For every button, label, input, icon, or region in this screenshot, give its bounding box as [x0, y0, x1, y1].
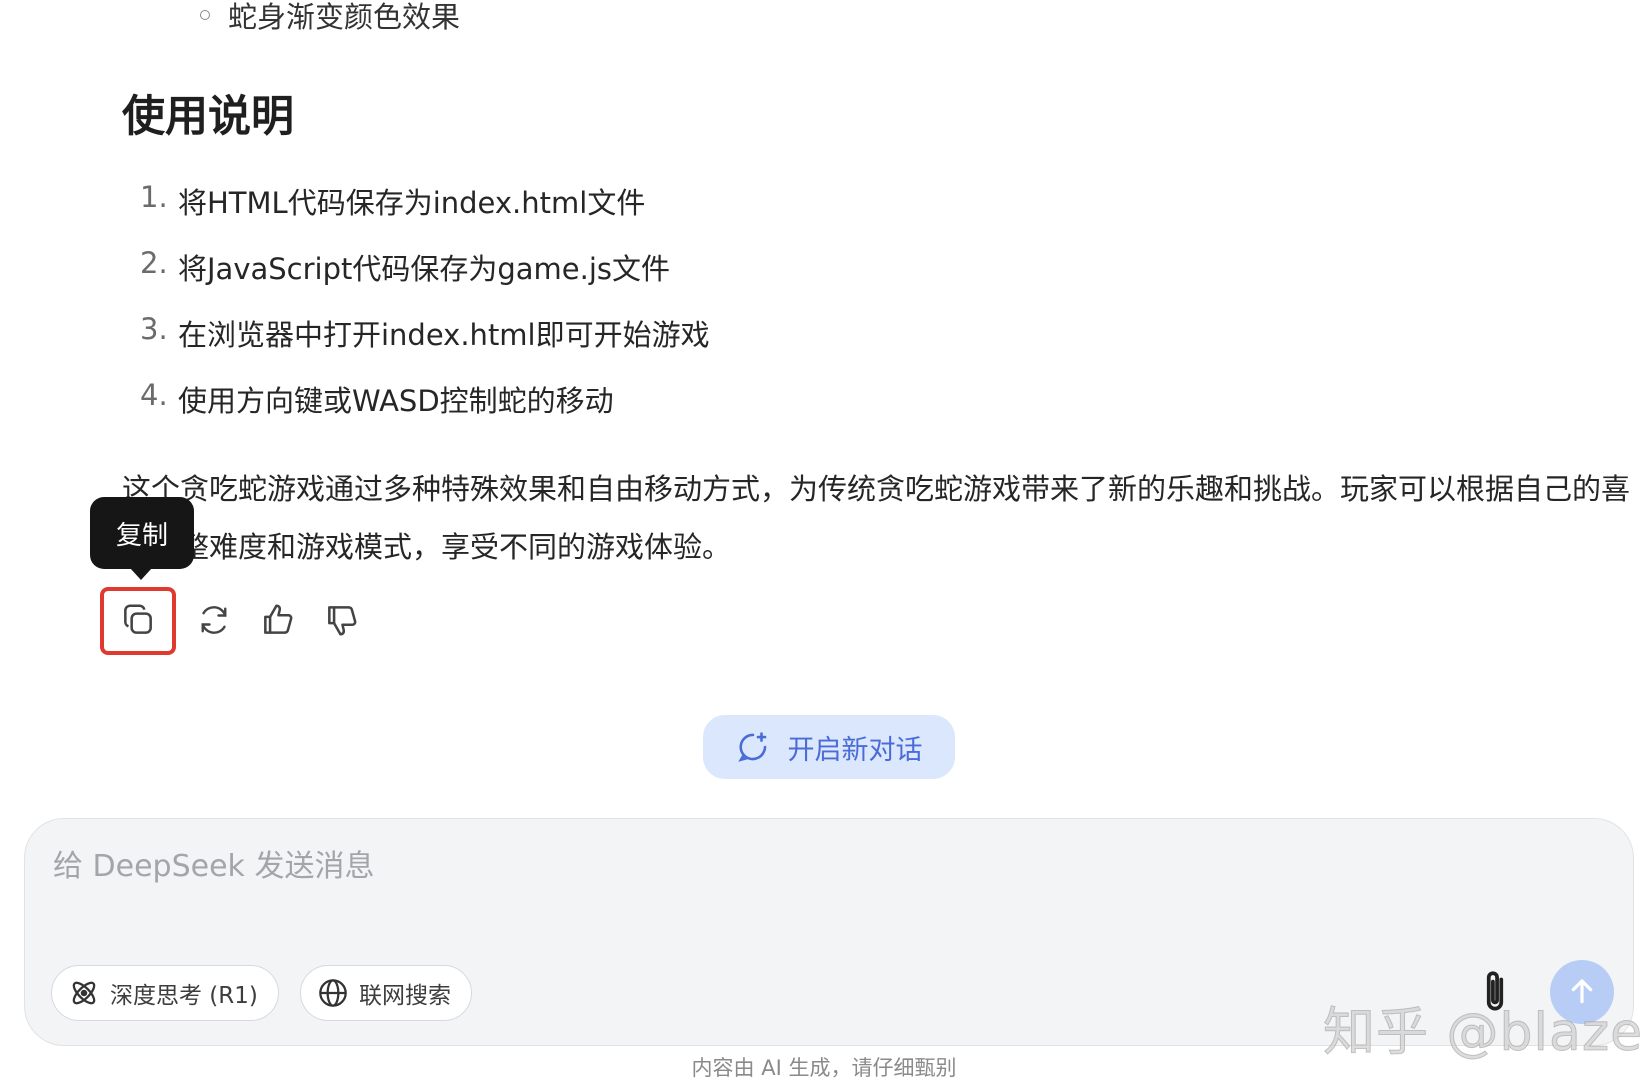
list-item: 3. 在浏览器中打开index.html即可开始游戏 [140, 312, 710, 378]
regenerate-icon [196, 602, 232, 641]
bullet-circle [200, 10, 210, 20]
ai-disclaimer: 内容由 AI 生成，请仔细甄别 [691, 1056, 957, 1080]
list-item: 4. 使用方向键或WASD控制蛇的移动 [140, 378, 710, 444]
chat-page: 蛇身渐变颜色效果 使用说明 1. 将HTML代码保存为index.html文件 2… [0, 0, 1648, 1090]
list-item-text: 在浏览器中打开index.html即可开始游戏 [178, 318, 710, 352]
thumbs-down-button[interactable] [304, 587, 380, 655]
copy-tooltip: 复制 [90, 497, 194, 569]
list-item-number: 1. [140, 180, 168, 214]
sub-bullet-item: 蛇身渐变颜色效果 [200, 0, 460, 36]
section-title: 使用说明 [122, 92, 294, 142]
web-search-label: 联网搜索 [359, 983, 451, 1009]
list-item: 1. 将HTML代码保存为index.html文件 [140, 180, 710, 246]
list-item-text: 将HTML代码保存为index.html文件 [178, 186, 646, 220]
thumbs-down-icon [323, 601, 361, 642]
list-item-text: 使用方向键或WASD控制蛇的移动 [178, 384, 614, 418]
deep-think-toggle[interactable]: 深度思考 (R1) [51, 965, 279, 1021]
atom-icon [68, 977, 100, 1009]
message-actions [100, 587, 368, 655]
list-item-number: 2. [140, 246, 168, 280]
message-input[interactable] [53, 841, 1593, 921]
copy-button[interactable] [100, 587, 176, 655]
sub-bullet-text: 蛇身渐变颜色效果 [228, 0, 461, 34]
list-item-number: 4. [140, 378, 168, 412]
new-chat-label: 开启新对话 [787, 734, 923, 766]
list-item-text: 将JavaScript代码保存为game.js文件 [178, 252, 671, 286]
response-paragraph: 这个贪吃蛇游戏通过多种特殊效果和自由移动方式，为传统贪吃蛇游戏带来了新的乐趣和挑… [122, 472, 1631, 564]
new-chat-button[interactable]: 开启新对话 [703, 715, 955, 779]
new-chat-icon [736, 730, 770, 764]
instruction-list: 1. 将HTML代码保存为index.html文件 2. 将JavaScript代码… [140, 180, 710, 444]
copy-icon [119, 601, 157, 642]
tooltip-arrow [130, 568, 152, 580]
list-item-number: 3. [140, 312, 168, 346]
list-item: 2. 将JavaScript代码保存为game.js文件 [140, 246, 710, 312]
web-search-toggle[interactable]: 联网搜索 [300, 965, 472, 1021]
globe-icon [317, 977, 349, 1009]
thumbs-up-icon [259, 601, 297, 642]
deep-think-label: 深度思考 (R1) [110, 983, 258, 1009]
